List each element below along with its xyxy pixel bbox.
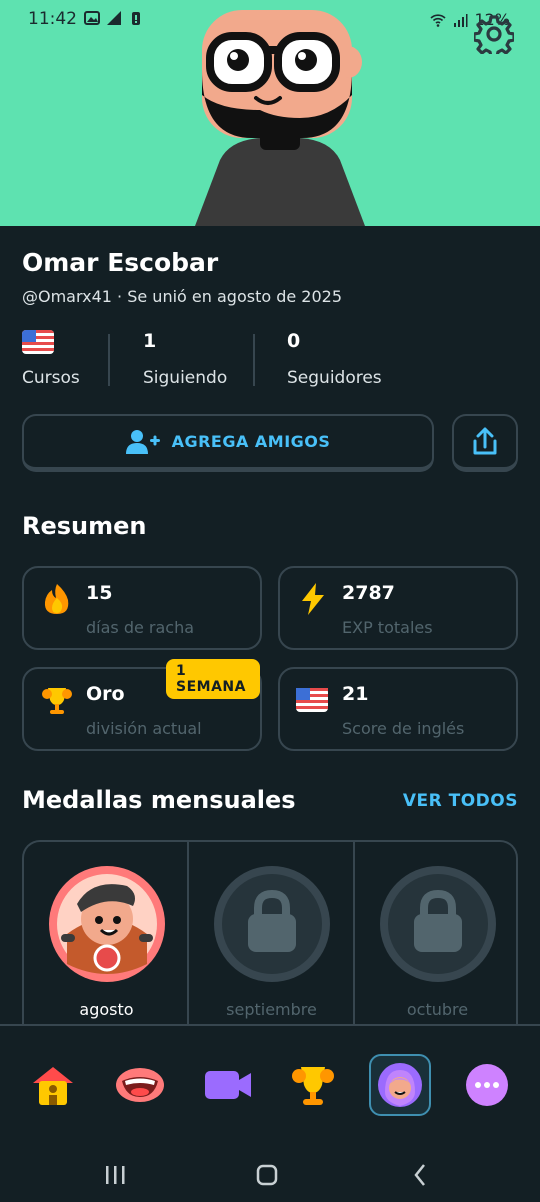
- nav-more[interactable]: [456, 1054, 518, 1116]
- lock-icon: [380, 866, 496, 982]
- share-button[interactable]: [452, 414, 518, 472]
- badge-month-label: agosto: [79, 1000, 134, 1019]
- profile-handle: @Omarx41 · Se unió en agosto de 2025: [22, 287, 343, 306]
- english-score-card[interactable]: 21 Score de inglés: [278, 667, 518, 751]
- add-user-icon: [125, 429, 160, 454]
- add-friends-button[interactable]: AGREGA AMIGOS: [22, 414, 434, 472]
- add-friends-label: AGREGA AMIGOS: [171, 432, 331, 451]
- alert-battery-icon: [132, 12, 140, 25]
- stat-followers-value: 0: [287, 330, 301, 352]
- nav-home[interactable]: [22, 1054, 84, 1116]
- see-all-link[interactable]: VER TODOS: [403, 791, 518, 811]
- nav-speak[interactable]: [109, 1054, 171, 1116]
- badge-september[interactable]: septiembre: [189, 842, 354, 1040]
- us-flag-icon: [22, 330, 80, 358]
- trophy-icon: [42, 688, 72, 714]
- stat-courses[interactable]: Cursos: [22, 330, 80, 388]
- division-card[interactable]: Oro división actual 1 SEMANA: [22, 659, 262, 751]
- monthly-badges-grid: agosto septiembre octubre: [22, 840, 518, 1040]
- stat-followers[interactable]: 0 Seguidores: [287, 330, 382, 388]
- trophy-icon: [292, 1067, 334, 1105]
- monthly-badges-title: Medallas mensuales: [22, 786, 296, 814]
- xp-card[interactable]: 2787 EXP totales: [278, 566, 518, 650]
- stat-following-value: 1: [143, 330, 157, 352]
- stats-divider: [108, 334, 110, 386]
- nav-video[interactable]: [196, 1054, 258, 1116]
- stat-followers-label: Seguidores: [287, 368, 382, 388]
- streak-value: 15: [86, 582, 113, 604]
- home-system-icon: [256, 1164, 278, 1186]
- stat-courses-label: Cursos: [22, 368, 80, 388]
- badge-october[interactable]: octubre: [355, 842, 516, 1040]
- summary-title: Resumen: [22, 512, 147, 540]
- week-badge: 1 SEMANA: [166, 659, 260, 699]
- stat-following-label: Siguiendo: [143, 368, 228, 388]
- back-icon: [414, 1164, 425, 1186]
- xp-label: EXP totales: [342, 618, 433, 637]
- recent-apps-icon: [106, 1166, 125, 1184]
- nav-leaderboard[interactable]: [282, 1054, 344, 1116]
- cell-signal-icon: [454, 13, 468, 27]
- home-icon: [33, 1067, 73, 1105]
- badge-month-label: octubre: [406, 1000, 469, 1019]
- stats-divider: [253, 334, 255, 386]
- bottom-nav: [0, 1024, 540, 1202]
- status-time: 11:42: [28, 9, 77, 29]
- image-icon: [84, 11, 100, 25]
- streak-label: días de racha: [86, 618, 195, 637]
- us-flag-icon: [296, 688, 328, 712]
- badge-august[interactable]: agosto: [24, 842, 189, 1040]
- lock-icon: [214, 866, 330, 982]
- badge-month-label: septiembre: [226, 1000, 317, 1019]
- profile-name: Omar Escobar: [22, 248, 219, 277]
- settings-gear-icon[interactable]: [474, 14, 514, 54]
- division-value: Oro: [86, 683, 125, 705]
- system-nav-bar: [106, 1164, 425, 1186]
- lightning-icon: [302, 583, 324, 615]
- xp-value: 2787: [342, 582, 395, 604]
- stat-following[interactable]: 1 Siguiendo: [143, 330, 227, 388]
- mouth-icon: [116, 1068, 164, 1102]
- fire-icon: [44, 584, 69, 614]
- nav-profile[interactable]: [369, 1054, 431, 1116]
- video-icon: [205, 1071, 251, 1099]
- english-score-value: 21: [342, 683, 369, 705]
- more-icon: [466, 1064, 508, 1106]
- streak-card[interactable]: 15 días de racha: [22, 566, 262, 650]
- wifi-icon: [430, 13, 446, 27]
- profile-stats: Cursos 1 Siguiendo 0 Seguidores: [0, 330, 540, 394]
- avatar-icon: [378, 1063, 422, 1107]
- profile-avatar: [195, 10, 365, 226]
- share-icon: [473, 427, 497, 454]
- profile-header: 11:42 12%: [0, 0, 540, 226]
- english-score-label: Score de inglés: [342, 719, 465, 738]
- division-label: división actual: [86, 719, 202, 738]
- status-left-icons: [84, 10, 144, 26]
- august-badge-icon: [49, 866, 165, 982]
- signal-icon: [107, 11, 121, 25]
